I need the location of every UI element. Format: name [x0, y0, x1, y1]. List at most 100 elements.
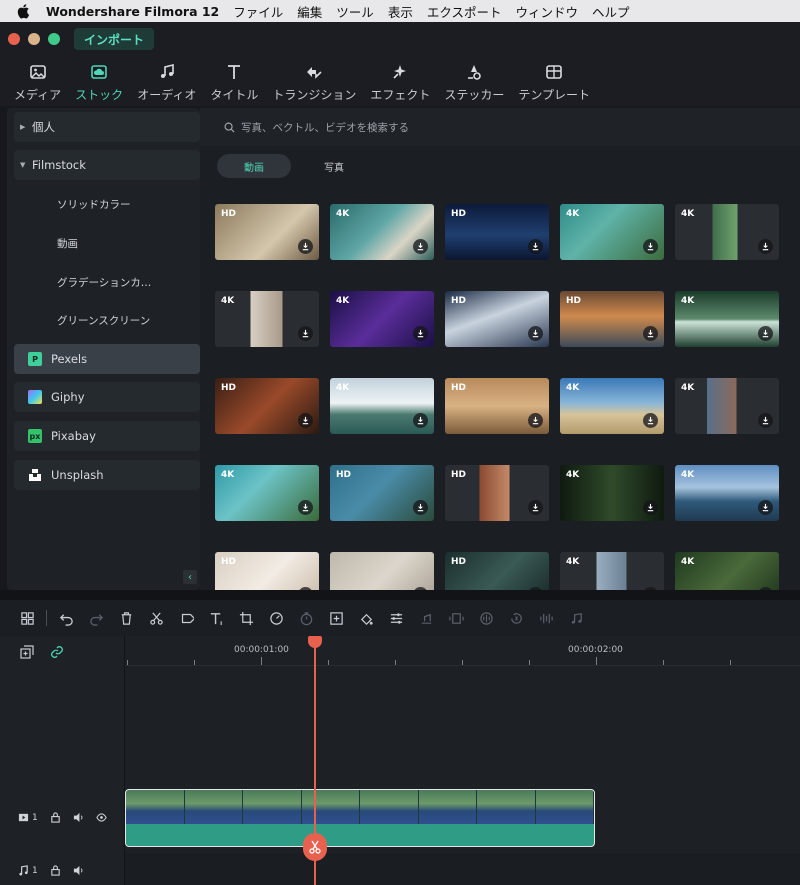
freeze-frame-icon[interactable]	[441, 606, 471, 630]
sidebar-item-pixabay[interactable]: px Pixabay	[14, 421, 200, 451]
stock-thumbnail[interactable]: HD	[445, 378, 549, 434]
tab-video[interactable]: 動画	[217, 154, 291, 178]
tab-photo[interactable]: 写真	[297, 154, 371, 178]
sidebar-item-filmstock[interactable]: ▼ Filmstock	[14, 150, 200, 180]
stock-thumbnail[interactable]: HD	[445, 291, 549, 347]
download-icon[interactable]	[413, 326, 428, 341]
download-icon[interactable]	[528, 239, 543, 254]
tab-title[interactable]: タイトル	[210, 62, 258, 106]
timeline-area[interactable]	[125, 636, 800, 885]
download-icon[interactable]	[758, 413, 773, 428]
download-icon[interactable]	[413, 239, 428, 254]
download-icon[interactable]	[643, 500, 658, 515]
download-icon[interactable]	[298, 239, 313, 254]
download-icon[interactable]	[298, 326, 313, 341]
search-input[interactable]: 写真、ベクトル、ビデオを検索する	[200, 108, 800, 146]
download-icon[interactable]	[643, 413, 658, 428]
sidebar-item-unsplash[interactable]: Unsplash	[14, 460, 200, 490]
minimize-window-button[interactable]	[28, 33, 40, 45]
speaker-icon[interactable]	[73, 812, 84, 823]
download-icon[interactable]	[528, 413, 543, 428]
stock-thumbnail[interactable]: 4K	[675, 378, 779, 434]
tab-media[interactable]: メディア	[14, 62, 61, 106]
tab-template[interactable]: テンプレート	[518, 62, 590, 106]
lock-icon[interactable]	[50, 865, 61, 876]
download-icon[interactable]	[413, 500, 428, 515]
delete-trash-icon[interactable]	[111, 606, 141, 630]
stock-thumbnail[interactable]: HD	[330, 465, 434, 521]
import-button[interactable]: インポート	[74, 28, 155, 50]
stock-thumbnail[interactable]: 4K	[675, 465, 779, 521]
timer-icon[interactable]	[291, 606, 321, 630]
menu-export[interactable]: エクスポート	[427, 2, 502, 21]
menu-file[interactable]: ファイル	[233, 2, 283, 21]
voiceover-icon[interactable]	[471, 606, 501, 630]
audio-adjust-icon[interactable]	[411, 606, 441, 630]
sidebar-item-personal[interactable]: ▶ 個人	[14, 112, 200, 142]
tag-icon[interactable]	[171, 606, 201, 630]
waveform-icon[interactable]	[531, 606, 561, 630]
scissors-cut-icon[interactable]	[141, 606, 171, 630]
redo-icon[interactable]	[81, 606, 111, 630]
music-sync-icon[interactable]	[561, 606, 591, 630]
download-icon[interactable]	[298, 500, 313, 515]
sidebar-item-giphy[interactable]: Giphy	[14, 382, 200, 412]
text-icon[interactable]	[201, 606, 231, 630]
stock-thumbnail[interactable]: HD	[445, 465, 549, 521]
menu-help[interactable]: ヘルプ	[592, 2, 630, 21]
add-frame-icon[interactable]	[321, 606, 351, 630]
menu-view[interactable]: 表示	[388, 2, 413, 21]
maximize-window-button[interactable]	[48, 33, 60, 45]
stock-thumbnail[interactable]: HD	[215, 204, 319, 260]
sidebar-item-gradient[interactable]: グラデーションカ…	[57, 275, 151, 290]
video-clip[interactable]	[125, 789, 595, 847]
ai-audio-icon[interactable]	[501, 606, 531, 630]
stock-thumbnail[interactable]: 4K	[330, 291, 434, 347]
download-icon[interactable]	[758, 500, 773, 515]
menu-edit[interactable]: 編集	[297, 2, 322, 21]
stock-thumbnail[interactable]: HD	[215, 378, 319, 434]
undo-icon[interactable]	[51, 606, 81, 630]
stock-thumbnail[interactable]: 4K	[560, 378, 664, 434]
close-window-button[interactable]	[8, 33, 20, 45]
eye-icon[interactable]	[96, 812, 107, 823]
audio-track-row[interactable]	[125, 853, 800, 885]
tab-sticker[interactable]: ステッカー	[444, 62, 504, 106]
download-icon[interactable]	[758, 239, 773, 254]
adjust-sliders-icon[interactable]	[381, 606, 411, 630]
stock-thumbnail[interactable]: HD	[560, 291, 664, 347]
stock-thumbnail[interactable]: 4K	[330, 204, 434, 260]
download-icon[interactable]	[643, 326, 658, 341]
tab-audio[interactable]: オーディオ	[137, 62, 196, 106]
color-fill-icon[interactable]	[351, 606, 381, 630]
stock-thumbnail[interactable]: 4K	[215, 465, 319, 521]
sidebar-item-green-screen[interactable]: グリーンスクリーン	[57, 313, 150, 328]
stock-thumbnail[interactable]: 4K	[215, 291, 319, 347]
panel-divider[interactable]	[0, 590, 800, 600]
stock-thumbnail[interactable]: 4K	[675, 291, 779, 347]
tab-transition[interactable]: トランジション	[272, 62, 356, 106]
tab-stock[interactable]: ストック	[75, 62, 123, 106]
timeline-ruler[interactable]: 00:00:01:00 00:00:02:00	[125, 636, 800, 666]
tab-effect[interactable]: エフェクト	[370, 62, 430, 106]
apple-logo-icon[interactable]	[12, 0, 34, 22]
stock-thumbnail[interactable]: 4K	[560, 465, 664, 521]
menu-tools[interactable]: ツール	[336, 2, 374, 21]
stock-thumbnail[interactable]: 4K	[675, 204, 779, 260]
playhead-split-button[interactable]	[303, 833, 327, 861]
menu-window[interactable]: ウィンドウ	[515, 2, 578, 21]
link-icon[interactable]	[50, 645, 64, 659]
stock-thumbnail[interactable]: 4K	[330, 378, 434, 434]
stock-thumbnail[interactable]: HD	[445, 204, 549, 260]
sidebar-item-pexels[interactable]: P Pexels	[14, 344, 200, 374]
download-icon[interactable]	[298, 413, 313, 428]
sidebar-item-video[interactable]: 動画	[57, 236, 78, 251]
speaker-icon[interactable]	[73, 865, 84, 876]
sidebar-item-solid-color[interactable]: ソリッドカラー	[57, 197, 131, 212]
lock-icon[interactable]	[50, 812, 61, 823]
download-icon[interactable]	[528, 326, 543, 341]
menu-app-name[interactable]: Wondershare Filmora 12	[46, 4, 219, 19]
stock-thumbnail[interactable]: 4K	[560, 204, 664, 260]
add-track-icon[interactable]	[20, 645, 34, 659]
download-icon[interactable]	[758, 326, 773, 341]
